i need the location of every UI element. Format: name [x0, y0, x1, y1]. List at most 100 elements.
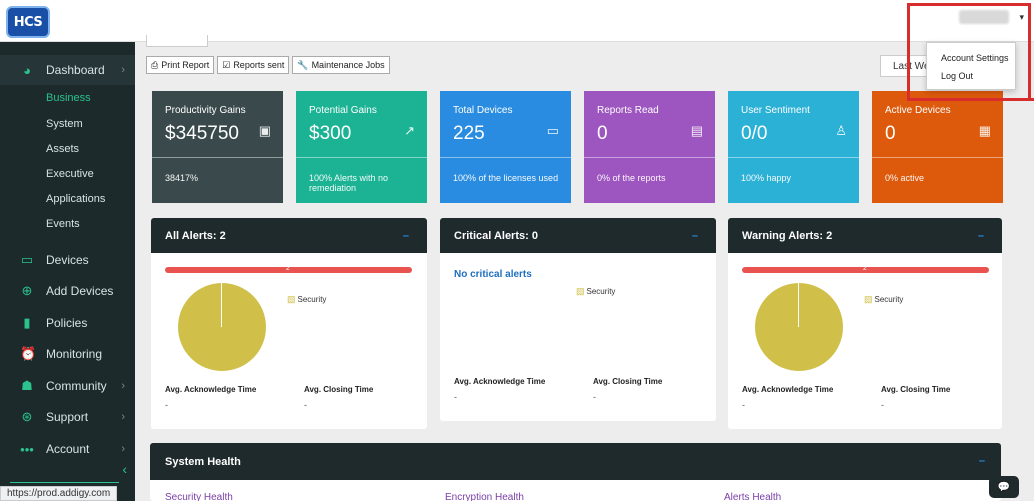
sidebar-item-account[interactable]: ••• Account ›	[0, 434, 135, 464]
stat-reports-read: Reports Read 0 ▤ 0% of the reports	[584, 91, 715, 203]
avg-close-label: Avg. Closing Time	[881, 385, 951, 394]
trend-up-icon: ↗	[404, 123, 415, 138]
panel-title: All Alerts: 2	[165, 229, 226, 242]
sidebar-item-support[interactable]: ⊛ Support ›	[0, 402, 135, 432]
check-square-icon: ☑	[222, 59, 231, 70]
stat-foot: 100% of the licenses used	[453, 173, 559, 183]
stat-foot: 0% of the reports	[597, 173, 666, 183]
stat-value: 225	[453, 123, 485, 144]
panel-header: All Alerts: 2 –	[151, 218, 427, 253]
collapse-sidebar-icon[interactable]: ‹	[122, 461, 127, 477]
avg-close-label: Avg. Closing Time	[593, 377, 663, 386]
stat-divider	[872, 157, 1003, 158]
stat-title: User Sentiment	[741, 105, 810, 116]
chevron-right-icon: ›	[121, 411, 125, 423]
chevron-right-icon: ›	[121, 380, 125, 392]
wrench-icon: 🔧	[297, 59, 309, 70]
print-report-label: Print Report	[161, 60, 210, 70]
stat-title: Productivity Gains	[165, 105, 246, 116]
stat-user-sentiment: User Sentiment 0/0 ♙ 100% happy	[728, 91, 859, 203]
sidebar-item-label: Account	[46, 442, 90, 456]
chevron-right-icon: ›	[121, 443, 125, 455]
panel-title: System Health	[165, 455, 241, 468]
minimize-icon[interactable]: –	[403, 230, 409, 242]
stat-title: Total Devices	[453, 105, 513, 116]
all-alerts-panel: All Alerts: 2 – 2 ▧ Security Avg. Acknowl…	[151, 218, 427, 429]
sidebar-item-dashboard[interactable]: ◕ Dashboard ›	[0, 55, 135, 85]
minimize-icon[interactable]: –	[979, 455, 985, 467]
stat-foot: 100% happy	[741, 173, 792, 183]
avg-close-value: -	[304, 400, 307, 410]
sidebar-sub-applications[interactable]: Applications	[46, 193, 105, 205]
legend-swatch-icon: ▧	[576, 286, 585, 296]
toolbar: ⎙ Print Report ☑ Reports sent 🔧 Maintenance…	[146, 56, 390, 74]
pie-chart-icon: ◕	[23, 62, 31, 78]
security-health-label[interactable]: Security Health	[165, 492, 233, 501]
sidebar-item-label: Monitoring	[46, 347, 103, 361]
sidebar-sub-executive[interactable]: Executive	[46, 168, 94, 180]
sidebar-item-devices[interactable]: ▭ Devices	[0, 245, 135, 275]
panel-header: Warning Alerts: 2 –	[728, 218, 1002, 253]
sidebar-sub-events[interactable]: Events	[46, 218, 80, 230]
monitor-icon: ▭	[546, 123, 559, 138]
sidebar-item-label: Support	[46, 410, 89, 424]
stat-foot: 0% active	[885, 173, 925, 183]
critical-alerts-panel: Critical Alerts: 0 – No critical alerts …	[440, 218, 716, 421]
avg-close-value: -	[881, 400, 884, 410]
status-url: https://prod.addigy.com	[0, 486, 118, 501]
stat-productivity-gains: Productivity Gains $345750 ▣ 38417%	[152, 91, 283, 203]
sidebar-item-add-devices[interactable]: ⊕ Add Devices	[0, 276, 135, 306]
minimize-icon[interactable]: –	[692, 230, 698, 242]
dots-icon: •••	[20, 441, 34, 457]
chevron-right-icon: ›	[121, 64, 125, 76]
sidebar-item-label: Community	[46, 379, 107, 393]
sidebar-item-policies[interactable]: ▮ Policies	[0, 308, 135, 338]
legend-security: ▧ Security	[287, 294, 326, 305]
sidebar-sub-assets[interactable]: Assets	[46, 143, 79, 155]
stat-value: $345750	[165, 123, 239, 144]
chat-bubble-icon[interactable]: 💬	[989, 476, 1019, 498]
stat-divider	[440, 157, 571, 158]
tab-stub[interactable]	[146, 35, 208, 47]
sidebar-sub-business[interactable]: Business	[46, 92, 91, 104]
sidebar-item-label: Dashboard	[46, 63, 105, 77]
avg-close-value: -	[593, 392, 596, 402]
newspaper-icon: ▤	[690, 123, 703, 138]
alerts-health-label[interactable]: Alerts Health	[724, 492, 781, 501]
money-icon: ▣	[258, 123, 271, 138]
stat-value: 0	[597, 123, 608, 144]
briefcase-icon: ▮	[23, 315, 31, 330]
hcs-logo[interactable]: HCS	[6, 6, 50, 38]
stat-potential-gains: Potential Gains $300 ↗ 100% Alerts with …	[296, 91, 427, 203]
alerts-bar: 2	[165, 265, 412, 273]
stat-foot: 38417%	[165, 173, 199, 183]
highlight-pointer	[1025, 98, 1034, 101]
legend-swatch-icon: ▧	[864, 294, 873, 304]
stat-total-devices: Total Devices 225 ▭ 100% of the licenses…	[440, 91, 571, 203]
legend-label: Security	[874, 295, 904, 304]
lifebuoy-icon: ⊛	[21, 409, 33, 424]
person-icon: ♙	[835, 123, 847, 138]
encryption-health-label[interactable]: Encryption Health	[445, 492, 524, 501]
sidebar-item-label: Add Devices	[46, 284, 114, 298]
avg-ack-label: Avg. Acknowledge Time	[165, 385, 257, 394]
avg-ack-value: -	[454, 392, 457, 402]
stat-value: 0/0	[741, 123, 768, 144]
sidebar-sub-system[interactable]: System	[46, 118, 83, 130]
sidebar-item-monitoring[interactable]: ⏰ Monitoring	[0, 339, 135, 369]
stat-title: Active Devices	[885, 105, 951, 116]
reports-sent-button[interactable]: ☑ Reports sent	[217, 56, 290, 74]
avg-ack-label: Avg. Acknowledge Time	[742, 385, 834, 394]
warning-alerts-panel: Warning Alerts: 2 – 2 ▧ Security Avg. Ack…	[728, 218, 1002, 429]
users-icon: ☗	[21, 378, 33, 393]
stat-divider	[728, 157, 859, 158]
minimize-icon[interactable]: –	[978, 230, 984, 242]
maintenance-jobs-label: Maintenance Jobs	[311, 60, 385, 70]
stat-divider	[152, 157, 283, 158]
maintenance-jobs-button[interactable]: 🔧 Maintenance Jobs	[292, 56, 390, 74]
stat-foot: 100% Alerts with no remediation	[309, 173, 389, 193]
sidebar-item-community[interactable]: ☗ Community ›	[0, 371, 135, 401]
reports-sent-label: Reports sent	[233, 60, 285, 70]
avg-ack-value: -	[742, 400, 745, 410]
print-report-button[interactable]: ⎙ Print Report	[146, 56, 215, 74]
